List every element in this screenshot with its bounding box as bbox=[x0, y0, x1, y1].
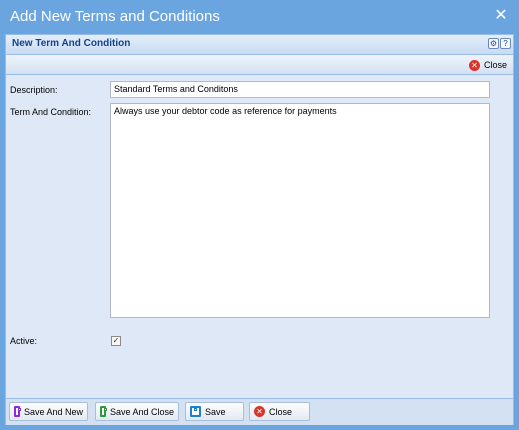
panel-title: New Term And Condition bbox=[12, 38, 131, 49]
close-icon[interactable]: ✕ bbox=[493, 7, 509, 25]
close-button[interactable]: ✕ Close bbox=[249, 402, 310, 421]
term-label: Term And Condition: bbox=[10, 107, 92, 117]
save-and-new-label: Save And New bbox=[23, 406, 83, 417]
save-and-close-label: Save And Close bbox=[109, 406, 174, 417]
save-label: Save bbox=[205, 406, 226, 417]
active-label: Active: bbox=[10, 336, 38, 346]
save-button[interactable]: Save bbox=[185, 402, 244, 421]
cancel-icon: ✕ bbox=[468, 59, 480, 71]
dialog-title: Add New Terms and Conditions bbox=[10, 8, 220, 25]
dialog-window: Add New Terms and Conditions ✕ New Term … bbox=[0, 0, 519, 430]
top-toolbar: ✕ Close bbox=[6, 55, 513, 75]
gear-icon[interactable]: ⚙ bbox=[488, 38, 499, 49]
save-and-new-button[interactable]: Save And New bbox=[9, 402, 88, 421]
dialog-titlebar[interactable]: Add New Terms and Conditions ✕ bbox=[0, 0, 519, 34]
save-icon bbox=[100, 406, 107, 417]
cancel-icon: ✕ bbox=[254, 406, 265, 417]
help-icon[interactable]: ? bbox=[500, 38, 511, 49]
description-label: Description: bbox=[10, 85, 58, 95]
top-close-label: Close bbox=[483, 60, 507, 70]
close-label: Close bbox=[269, 406, 293, 417]
active-checkbox[interactable]: ✓ bbox=[111, 336, 121, 346]
save-icon bbox=[14, 406, 21, 417]
panel-header: New Term And Condition ⚙ ? bbox=[6, 35, 513, 55]
description-field[interactable]: Standard Terms and Conditons bbox=[110, 81, 490, 98]
term-textarea[interactable]: Always use your debtor code as reference… bbox=[110, 103, 490, 318]
save-icon bbox=[190, 406, 201, 417]
save-and-close-button[interactable]: Save And Close bbox=[95, 402, 179, 421]
bottom-toolbar: Save And New Save And Close Save ✕ Close bbox=[6, 398, 513, 425]
form-panel: New Term And Condition ⚙ ? ✕ Close Descr… bbox=[5, 34, 514, 425]
top-close-button[interactable]: ✕ Close bbox=[468, 58, 507, 72]
